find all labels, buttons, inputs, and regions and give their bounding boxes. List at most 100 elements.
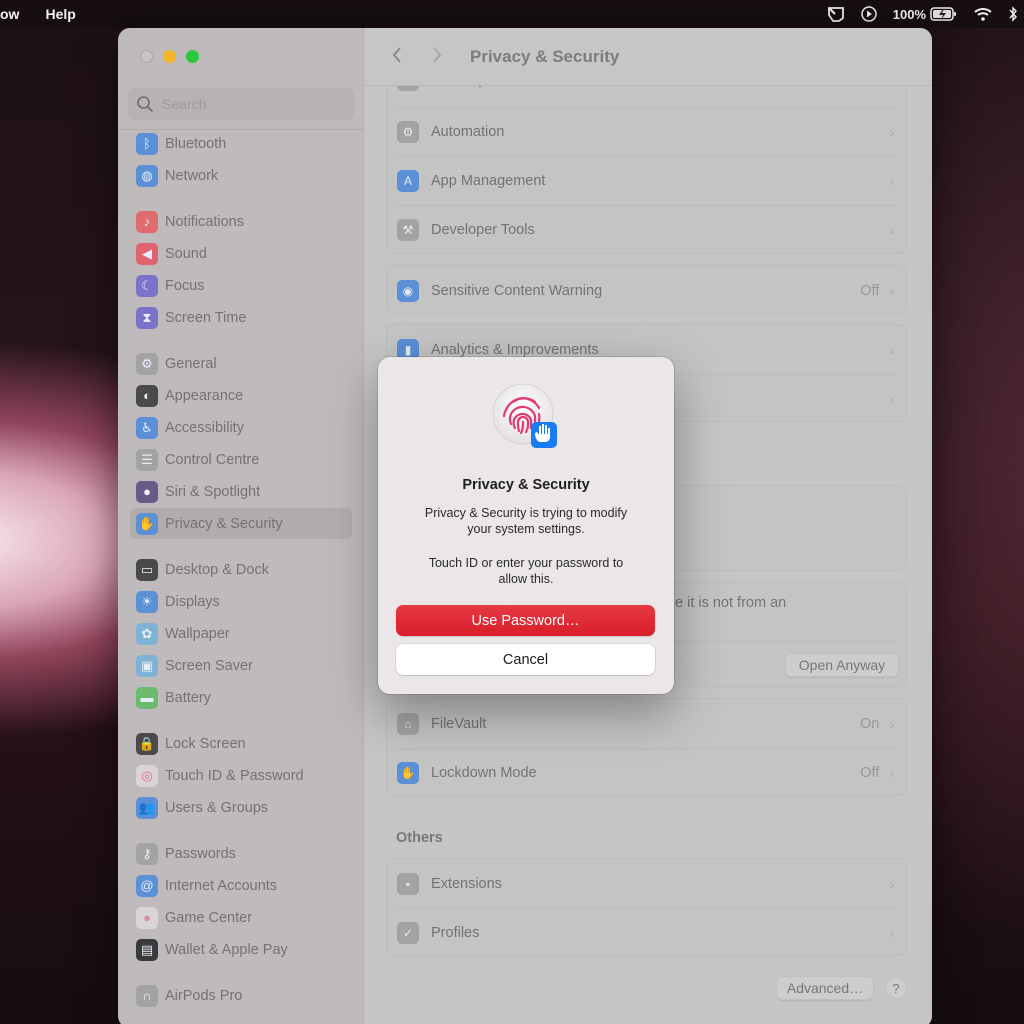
use-password-button[interactable]: Use Password… <box>396 605 655 636</box>
list-row-automation[interactable]: ⚙ Automation › <box>387 107 906 156</box>
sidebar-item-label: Passwords <box>165 845 236 862</box>
sidebar: Search ᛒ Bluetooth ◍ Network ♪ Notifications ◀… <box>118 28 364 1024</box>
chevron-right-icon: › <box>889 341 894 358</box>
dock-icon: ▭ <box>136 558 158 581</box>
chevron-right-icon: › <box>889 390 894 407</box>
row-label: FileVault <box>431 715 487 732</box>
menu-help[interactable]: Help <box>45 6 75 22</box>
speaker-icon: ◀ <box>136 242 158 265</box>
play-icon[interactable] <box>861 6 877 22</box>
sidebar-item-label: Focus <box>165 277 205 294</box>
sidebar-item-users-groups[interactable]: 👥 Users & Groups <box>130 792 352 823</box>
search-field[interactable]: Search <box>128 88 354 120</box>
list-row-profiles[interactable]: ✓ Profiles › <box>387 908 906 957</box>
sidebar-item-label: General <box>165 355 217 372</box>
sidebar-item-sound[interactable]: ◀ Sound <box>130 238 352 269</box>
sidebar-item-accessibility[interactable]: ♿ Accessibility <box>130 412 352 443</box>
sidebar-item-notifications[interactable]: ♪ Notifications <box>130 206 352 237</box>
sidebar-item-label: AirPods Pro <box>165 987 243 1004</box>
window-controls <box>140 50 199 63</box>
badge-check-icon: ✓ <box>397 921 419 944</box>
wifi-icon[interactable] <box>974 7 992 21</box>
row-label: App Management <box>431 172 546 189</box>
list-row-extensions[interactable]: ▪ Extensions › <box>387 859 906 908</box>
accessibility-icon: ♿ <box>136 416 158 439</box>
chevron-right-icon: › <box>889 875 894 892</box>
dialog-message-line: Privacy & Security is trying to modify <box>424 506 628 520</box>
open-anyway-button[interactable]: Open Anyway <box>785 653 899 677</box>
touch-id-icon <box>493 384 557 448</box>
lock-icon: 🔒 <box>136 732 158 755</box>
sidebar-item-privacy-security[interactable]: ✋ Privacy & Security <box>130 508 352 539</box>
flower-icon: ✿ <box>136 622 158 645</box>
sidebar-item-label: Battery <box>165 689 211 706</box>
minimize-button[interactable] <box>163 50 176 63</box>
sidebar-item-game-center[interactable]: ● Game Center <box>130 902 352 933</box>
zoom-button[interactable] <box>186 50 199 63</box>
hourglass-icon: ⧗ <box>136 306 158 329</box>
cancel-button[interactable]: Cancel <box>396 644 655 675</box>
screen-mirror-icon[interactable] <box>827 6 845 22</box>
sidebar-item-label: Bluetooth <box>165 135 227 152</box>
row-label: Automation <box>431 123 505 140</box>
puzzle-icon: ▪ <box>397 872 419 895</box>
search-placeholder: Search <box>162 96 207 112</box>
battery-icon: ▬ <box>136 686 158 709</box>
globe-icon: ◍ <box>136 164 158 187</box>
sidebar-item-airpods-pro[interactable]: ∩ AirPods Pro <box>130 980 352 1011</box>
close-button[interactable] <box>140 50 153 63</box>
sidebar-item-general[interactable]: ⚙ General <box>130 348 352 379</box>
advanced-button[interactable]: Advanced… <box>776 976 874 1000</box>
row-label: Developer Tools <box>431 221 535 238</box>
dialog-title: Privacy & Security <box>462 477 590 493</box>
list-row-lockdown-mode[interactable]: ✋ Lockdown Mode Off › <box>387 748 906 797</box>
sidebar-item-label: Siri & Spotlight <box>165 483 261 500</box>
help-button[interactable]: ? <box>885 977 907 999</box>
row-label: Extensions <box>431 875 502 892</box>
battery-charging-icon[interactable] <box>930 7 958 21</box>
sidebar-item-touch-id-password[interactable]: ◎ Touch ID & Password <box>130 760 352 791</box>
sidebar-item-control-centre[interactable]: ☰ Control Centre <box>130 444 352 475</box>
chevron-right-icon <box>433 46 442 63</box>
list-row-filevault[interactable]: ⌂ FileVault On › <box>387 699 906 748</box>
battery-percent: 100% <box>892 6 926 22</box>
bell-icon: ♪ <box>136 210 158 233</box>
sidebar-item-displays[interactable]: ☀ Displays <box>130 586 352 617</box>
sidebar-item-lock-screen[interactable]: 🔒 Lock Screen <box>130 728 352 759</box>
sidebar-item-siri-spotlight[interactable]: ● Siri & Spotlight <box>130 476 352 507</box>
row-value: On <box>859 715 880 732</box>
sidebar-item-battery[interactable]: ▬ Battery <box>130 682 352 713</box>
sidebar-item-passwords[interactable]: ⚷ Passwords <box>130 838 352 869</box>
sidebar-item-label: Appearance <box>165 387 244 404</box>
sidebar-item-label: Desktop & Dock <box>165 561 269 578</box>
house-lock-icon: ⌂ <box>397 712 419 735</box>
bluetooth-icon[interactable] <box>1008 6 1018 22</box>
sidebar-item-wallpaper[interactable]: ✿ Wallpaper <box>130 618 352 649</box>
sidebar-item-label: Screen Saver <box>165 657 253 674</box>
list-row-developer-tools[interactable]: ⚒ Developer Tools › <box>387 205 906 254</box>
chevron-right-icon: › <box>889 282 894 299</box>
sidebar-item-wallet-apple-pay[interactable]: ▤ Wallet & Apple Pay <box>130 934 352 965</box>
sidebar-item-screen-time[interactable]: ⧗ Screen Time <box>130 302 352 333</box>
sidebar-item-network[interactable]: ◍ Network <box>130 160 352 191</box>
group-others: ▪ Extensions › ✓ Profiles › <box>386 858 907 956</box>
sidebar-item-internet-accounts[interactable]: @ Internet Accounts <box>130 870 352 901</box>
forward-button[interactable] <box>422 44 452 70</box>
sidebar-item-screen-saver[interactable]: ▣ Screen Saver <box>130 650 352 681</box>
siri-icon: ● <box>136 480 158 503</box>
list-row-sensitive-content-warning[interactable]: ◉ Sensitive Content Warning Off › <box>387 266 906 315</box>
sidebar-item-label: Notifications <box>165 213 244 230</box>
back-button[interactable] <box>382 44 412 70</box>
row-value: Off <box>860 764 880 781</box>
menu-window[interactable]: ow <box>0 6 19 22</box>
sidebar-item-label: Control Centre <box>165 451 260 468</box>
appearance-icon: ◐ <box>136 384 158 407</box>
sidebar-item-appearance[interactable]: ◐ Appearance <box>130 380 352 411</box>
dialog-message-line: Touch ID or enter your password to <box>428 556 624 570</box>
chevron-right-icon: › <box>889 924 894 941</box>
chevron-right-icon: › <box>889 172 894 189</box>
sidebar-item-desktop-dock[interactable]: ▭ Desktop & Dock <box>130 554 352 585</box>
sidebar-item-bluetooth[interactable]: ᛒ Bluetooth <box>130 128 352 159</box>
list-row-app-management[interactable]: A App Management › <box>387 156 906 205</box>
sidebar-item-focus[interactable]: ☾ Focus <box>130 270 352 301</box>
